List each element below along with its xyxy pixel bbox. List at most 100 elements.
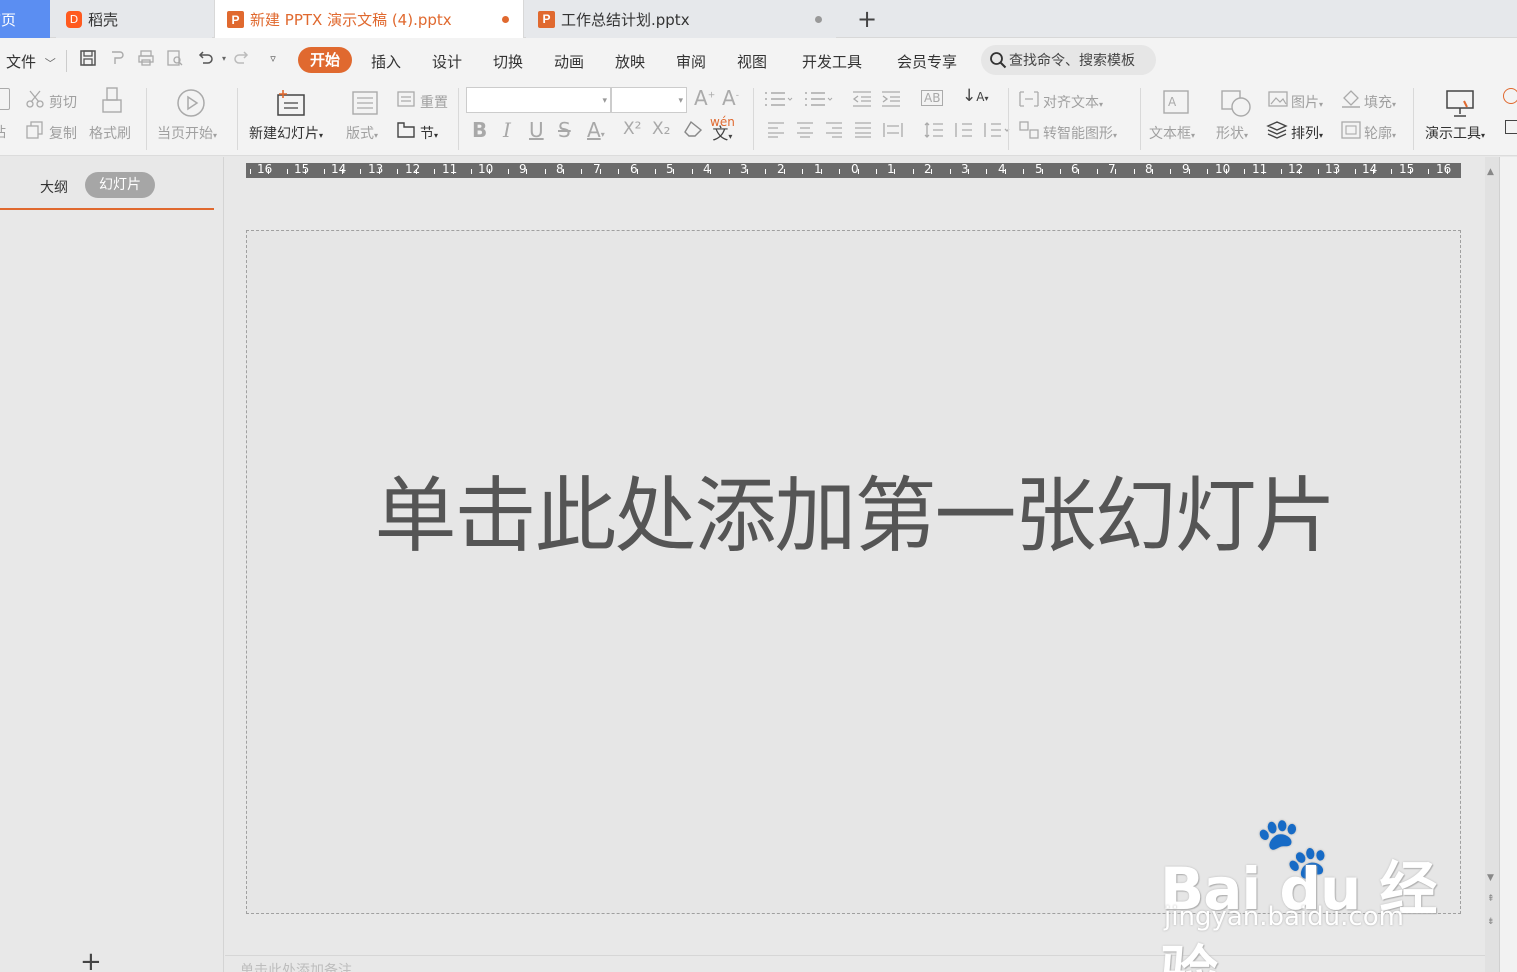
presentation-tools-button[interactable]: 演示工具▾ <box>1425 123 1485 143</box>
justify-icon[interactable] <box>853 121 873 139</box>
undo-icon[interactable] <box>195 49 215 69</box>
more-spacing-icon[interactable] <box>981 121 1011 139</box>
increase-font-icon[interactable]: A+ <box>694 86 715 110</box>
daoke-icon: D <box>66 10 82 28</box>
strikethrough-icon[interactable]: S <box>558 118 571 142</box>
font-size-select[interactable]: ▾ <box>611 87 687 113</box>
fill-button[interactable]: 填充▾ <box>1364 92 1396 112</box>
align-center-icon[interactable] <box>795 121 815 139</box>
format-painter-button[interactable]: 格式刷 <box>89 123 131 143</box>
dropdown-arrow-icon: ▾ <box>374 131 379 140</box>
new-slide-button[interactable]: 新建幻灯片▾ <box>249 123 323 143</box>
scroll-up-icon[interactable]: ▲ <box>1487 167 1494 177</box>
arrange-button[interactable]: 排列▾ <box>1291 123 1323 143</box>
ruler-tick <box>545 169 546 174</box>
tab-slides[interactable]: 幻灯片 <box>85 172 155 198</box>
shape-button[interactable]: 形状▾ <box>1216 123 1248 143</box>
expand-icon[interactable] <box>1505 120 1517 134</box>
ruler-tick <box>508 169 509 174</box>
smart-art-label: 转智能图形 <box>1043 126 1113 142</box>
smart-art-button[interactable]: 转智能图形▾ <box>1043 123 1117 143</box>
ruler-tick <box>342 169 343 174</box>
textbox-button[interactable]: 文本框▾ <box>1149 123 1195 143</box>
italic-icon[interactable]: I <box>503 118 511 142</box>
play-from-current-button[interactable]: 当页开始▾ <box>157 123 217 143</box>
tab-transition[interactable]: 切换 <box>493 51 523 72</box>
format-icon[interactable] <box>107 49 127 69</box>
unsaved-dot-icon[interactable] <box>502 16 509 23</box>
tab-insert[interactable]: 插入 <box>371 51 401 72</box>
tab-active-document[interactable]: P 新建 PPTX 演示文稿 (4).pptx <box>214 0 524 39</box>
tab-animation[interactable]: 动画 <box>554 51 584 72</box>
tab-start[interactable]: 开始 <box>298 47 352 73</box>
redo-icon[interactable] <box>232 49 252 69</box>
paragraph-spacing-icon[interactable] <box>952 121 974 139</box>
distribute-icon[interactable] <box>882 121 904 139</box>
notes-placeholder[interactable]: 单击此处添加备注 <box>240 960 352 972</box>
tab-outline[interactable]: 大纲 <box>40 177 68 197</box>
scroll-down-icon[interactable]: ▼ <box>1487 873 1494 883</box>
command-search[interactable]: 查找命令、搜索模板 <box>981 45 1156 75</box>
bullet-list-icon[interactable] <box>763 90 793 108</box>
tab-member[interactable]: 会员专享 <box>897 51 957 72</box>
font-family-select[interactable]: ▾ <box>466 87 611 113</box>
reset-button[interactable]: 重置 <box>420 92 448 112</box>
vertical-scrollbar[interactable]: ▲ ▼ ⇞ ⇟ <box>1485 157 1499 972</box>
tab-view[interactable]: 视图 <box>737 51 767 72</box>
prev-slide-icon[interactable]: ⇞ <box>1487 894 1495 904</box>
text-direction-icon[interactable]: AB <box>921 90 944 106</box>
ruler-tick <box>839 169 840 174</box>
underline-icon[interactable]: U <box>529 118 544 142</box>
line-spacing-icon[interactable] <box>923 121 945 139</box>
next-slide-icon[interactable]: ⇟ <box>1487 917 1495 927</box>
divider <box>1413 88 1414 150</box>
close-dot-icon[interactable] <box>815 16 822 23</box>
subscript-icon[interactable]: X₂ <box>652 119 670 139</box>
phonetic-guide-icon[interactable]: wén 文▾ <box>710 116 735 143</box>
ruler-tick <box>1299 169 1300 174</box>
slide-placeholder-text[interactable]: 单击此处添加第一张幻灯片 <box>247 449 1462 568</box>
ruler-tick <box>1097 169 1098 174</box>
numbered-list-icon[interactable] <box>803 90 833 108</box>
ribbon-toolbar: 粘 剪切 复制 格式刷 当页开始▾ 新建幻灯片▾ 版式▾ 重置 节▾ ▾ ▾ A… <box>0 82 1517 156</box>
layout-button[interactable]: 版式▾ <box>346 123 378 143</box>
print-preview-icon[interactable] <box>165 49 185 69</box>
ruler-tick <box>1410 169 1411 174</box>
add-slide-button[interactable]: + <box>80 949 102 972</box>
ruler-tick <box>968 169 969 174</box>
superscript-icon[interactable]: X² <box>623 119 641 139</box>
copy-button[interactable]: 复制 <box>49 123 77 143</box>
print-icon[interactable] <box>136 49 156 69</box>
paste-icon[interactable] <box>0 88 10 110</box>
outline-button[interactable]: 轮廓▾ <box>1364 123 1396 143</box>
ruler-tick <box>802 169 803 174</box>
tab-slideshow[interactable]: 放映 <box>615 51 645 72</box>
tab-daoke[interactable]: D 稻壳 <box>56 0 212 38</box>
decrease-font-icon[interactable]: A- <box>722 86 739 110</box>
new-tab-button[interactable]: + <box>855 6 879 32</box>
decrease-indent-icon[interactable] <box>851 90 873 108</box>
customize-toolbar-icon[interactable]: ▿ <box>263 49 283 69</box>
outline-icon <box>1341 121 1361 139</box>
section-button[interactable]: 节▾ <box>420 123 438 143</box>
align-left-icon[interactable] <box>766 121 786 139</box>
clear-format-icon[interactable] <box>683 120 703 138</box>
paste-label[interactable]: 粘 <box>0 122 6 142</box>
undo-dropdown-icon[interactable]: ▾ <box>214 49 234 69</box>
sort-icon[interactable]: ↓A▾ <box>962 86 988 106</box>
tab-design[interactable]: 设计 <box>432 51 462 72</box>
cut-button[interactable]: 剪切 <box>49 92 77 112</box>
bold-icon[interactable]: B <box>472 118 487 142</box>
increase-indent-icon[interactable] <box>880 90 902 108</box>
tab-developer[interactable]: 开发工具 <box>802 51 862 72</box>
font-color-icon[interactable]: A▾ <box>587 118 605 142</box>
tab-second-document[interactable]: P 工作总结计划.pptx <box>526 0 836 38</box>
tab-home[interactable]: 首页 <box>0 0 50 38</box>
more-tools-icon[interactable] <box>1503 88 1517 104</box>
align-right-icon[interactable] <box>824 121 844 139</box>
file-menu[interactable]: 文件 ﹀ <box>6 51 56 72</box>
save-icon[interactable] <box>78 49 98 69</box>
tab-review[interactable]: 审阅 <box>676 51 706 72</box>
picture-button[interactable]: 图片▾ <box>1291 92 1323 112</box>
align-text-button[interactable]: 对齐文本▾ <box>1043 92 1103 112</box>
